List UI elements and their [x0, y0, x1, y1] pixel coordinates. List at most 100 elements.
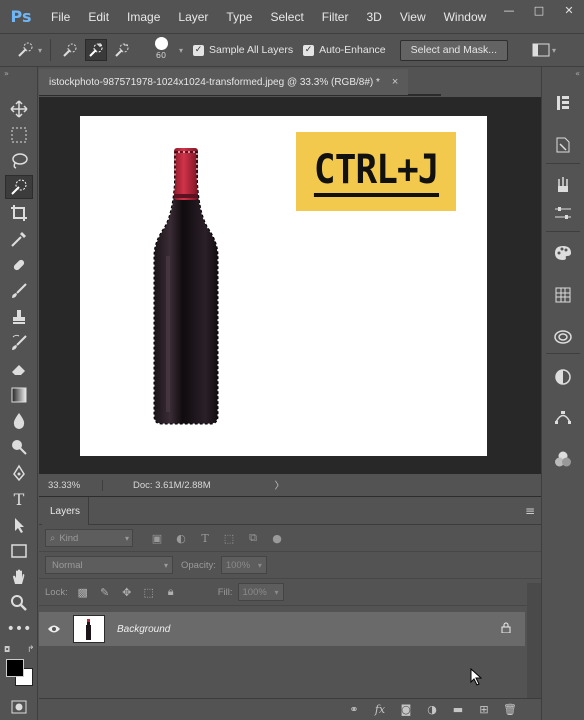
history-panel-icon[interactable]: [550, 91, 576, 115]
color-swatches[interactable]: ◘ ↱: [3, 645, 37, 689]
status-menu-arrow-icon[interactable]: 〉: [275, 478, 285, 492]
subtract-from-selection-icon[interactable]: [111, 39, 133, 61]
add-to-selection-icon[interactable]: [85, 39, 108, 61]
new-layer-icon[interactable]: ⊞: [471, 701, 497, 719]
crop-tool-icon[interactable]: [5, 201, 33, 225]
menu-filter[interactable]: Filter: [313, 10, 358, 24]
chevron-down-icon[interactable]: ▾: [38, 46, 42, 55]
chevron-down-icon[interactable]: ▾: [179, 46, 183, 55]
brush-settings-icon[interactable]: [550, 173, 576, 197]
close-button[interactable]: ✕: [554, 0, 584, 20]
brush-size-picker[interactable]: 60: [143, 35, 179, 65]
type-filter-icon[interactable]: T: [193, 529, 217, 547]
menu-select[interactable]: Select: [261, 10, 312, 24]
adjustments-icon[interactable]: [550, 365, 576, 389]
swatches-grid-icon[interactable]: [550, 283, 576, 307]
shape-filter-icon[interactable]: ⬚: [217, 529, 241, 547]
layers-scrollbar[interactable]: [527, 583, 541, 699]
chevron-down-icon[interactable]: ▾: [552, 46, 556, 55]
menu-layer[interactable]: Layer: [169, 10, 217, 24]
paths-icon[interactable]: [550, 405, 576, 429]
new-selection-icon[interactable]: [59, 39, 81, 61]
workspace-icon[interactable]: [530, 39, 552, 61]
hand-tool-icon[interactable]: [5, 565, 33, 589]
libraries-icon[interactable]: [550, 325, 576, 349]
document-tab[interactable]: istockphoto-987571978-1024x1024-transfor…: [39, 69, 409, 95]
checkmark-icon: ✓: [193, 44, 205, 56]
history-brush-tool-icon[interactable]: [5, 331, 33, 355]
layer-row-background[interactable]: Background: [39, 612, 525, 646]
color-palette-icon[interactable]: [550, 241, 576, 265]
lock-image-icon[interactable]: ✎: [94, 583, 116, 601]
menu-image[interactable]: Image: [118, 10, 169, 24]
lock-artboard-icon[interactable]: ⬚: [138, 583, 160, 601]
quick-selection-preset-icon[interactable]: [14, 39, 36, 61]
lasso-tool-icon[interactable]: [5, 149, 33, 173]
canvas-area[interactable]: CTRL+J: [39, 97, 541, 474]
menu-window[interactable]: Window: [435, 10, 496, 24]
brush-tool-icon[interactable]: [5, 279, 33, 303]
fill-field[interactable]: 100% ▾: [237, 583, 284, 601]
adjustment-filter-icon[interactable]: ◐: [169, 529, 193, 547]
visibility-eye-icon[interactable]: [39, 624, 69, 634]
menu-edit[interactable]: Edit: [79, 10, 118, 24]
pen-tool-icon[interactable]: [5, 461, 33, 485]
dodge-tool-icon[interactable]: [5, 435, 33, 459]
panel-menu-icon[interactable]: ≡: [525, 504, 535, 518]
lock-transparent-icon[interactable]: ▩: [72, 583, 94, 601]
add-mask-icon[interactable]: ◙: [393, 701, 419, 719]
document-canvas[interactable]: CTRL+J: [80, 116, 487, 456]
adjustments-sliders-icon[interactable]: [550, 201, 576, 225]
filter-kind-select[interactable]: ⌕ Kind ▾: [45, 529, 133, 547]
clone-stamp-tool-icon[interactable]: [5, 305, 33, 329]
blur-tool-icon[interactable]: [5, 409, 33, 433]
swap-colors-icon[interactable]: ↱: [27, 645, 35, 655]
collapse-icon[interactable]: »: [4, 69, 9, 78]
default-colors-icon[interactable]: ◘: [4, 645, 10, 654]
close-tab-icon[interactable]: ×: [392, 76, 398, 88]
maximize-button[interactable]: □: [524, 0, 554, 20]
eyedropper-tool-icon[interactable]: [5, 227, 33, 251]
more-tools-icon[interactable]: •••: [5, 617, 33, 641]
layer-name[interactable]: Background: [117, 624, 170, 635]
menu-type[interactable]: Type: [217, 10, 261, 24]
select-and-mask-button[interactable]: Select and Mask...: [399, 39, 509, 61]
collapse-icon[interactable]: «: [575, 69, 580, 78]
link-layers-icon[interactable]: ⚭: [341, 701, 367, 719]
rectangle-tool-icon[interactable]: [5, 539, 33, 563]
properties-panel-icon[interactable]: [550, 133, 576, 157]
document-tab-bar: istockphoto-987571978-1024x1024-transfor…: [39, 69, 441, 96]
type-tool-icon[interactable]: T: [5, 487, 33, 511]
marquee-tool-icon[interactable]: [5, 123, 33, 147]
fx-icon[interactable]: fx: [367, 701, 393, 719]
foreground-color-swatch[interactable]: [6, 659, 24, 677]
menu-file[interactable]: File: [42, 10, 79, 24]
menu-view[interactable]: View: [391, 10, 435, 24]
menu-3d[interactable]: 3D: [357, 10, 390, 24]
smart-object-filter-icon[interactable]: ⧉: [241, 529, 265, 547]
new-adjustment-layer-icon[interactable]: ◑: [419, 701, 445, 719]
zoom-tool-icon[interactable]: [5, 591, 33, 615]
blend-mode-select[interactable]: Normal ▾: [45, 556, 173, 574]
tab-layers[interactable]: Layers: [42, 497, 90, 525]
gradient-tool-icon[interactable]: [5, 383, 33, 407]
quick-mask-icon[interactable]: [5, 695, 33, 719]
filter-toggle-icon[interactable]: ●: [265, 529, 289, 547]
minimize-button[interactable]: —: [494, 0, 524, 20]
auto-enhance-checkbox[interactable]: ✓ Auto-Enhance: [303, 44, 386, 56]
zoom-level[interactable]: 33.33%: [39, 479, 103, 491]
document-title: istockphoto-987571978-1024x1024-transfor…: [49, 76, 380, 88]
eraser-tool-icon[interactable]: [5, 357, 33, 381]
lock-position-icon[interactable]: ✥: [116, 583, 138, 601]
lock-all-icon[interactable]: 🔒︎: [160, 583, 182, 601]
channels-icon[interactable]: [550, 447, 576, 471]
healing-brush-tool-icon[interactable]: [5, 253, 33, 277]
quick-selection-tool-icon[interactable]: [5, 175, 33, 199]
move-tool-icon[interactable]: [5, 97, 33, 121]
opacity-field[interactable]: 100% ▾: [220, 556, 267, 574]
trash-icon[interactable]: 🗑︎: [497, 701, 523, 719]
new-group-icon[interactable]: ▬: [445, 701, 471, 719]
pixel-filter-icon[interactable]: ▣: [145, 529, 169, 547]
sample-all-layers-checkbox[interactable]: ✓ Sample All Layers: [193, 44, 293, 56]
path-selection-tool-icon[interactable]: [5, 513, 33, 537]
